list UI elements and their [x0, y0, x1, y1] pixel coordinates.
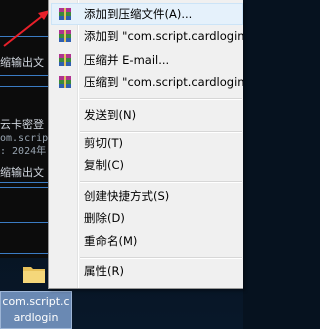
menu-item-label: 压缩到 "com.script.cardlogin: [84, 75, 243, 89]
menu-item-label: 创建快捷方式(S): [84, 189, 170, 203]
menu-item-label: 添加到压缩文件(A)...: [84, 7, 193, 21]
file-name-line: com.script.c: [2, 295, 70, 308]
menu-separator: [80, 181, 242, 183]
divider-line: [0, 182, 52, 183]
menu-item-send-to[interactable]: 发送到(N): [51, 104, 243, 126]
menu-separator: [80, 98, 242, 100]
divider-line: [0, 253, 52, 254]
menu-item-add-to-archive[interactable]: 添加到压缩文件(A)...: [51, 3, 243, 25]
menu-item-label: 属性(R): [84, 264, 124, 278]
divider-line: [0, 222, 52, 223]
terminal-line: : 2024年: [0, 146, 47, 157]
menu-item-create-shortcut[interactable]: 创建快捷方式(S): [51, 185, 243, 207]
divider-line: [0, 187, 52, 188]
divider-line: [0, 86, 52, 87]
menu-item-add-to-named-archive[interactable]: 添加到 "com.script.cardlogin: [51, 25, 243, 47]
menu-item-label: 添加到 "com.script.cardlogin: [84, 29, 243, 43]
winrar-icon: [59, 30, 71, 42]
context-menu: 添加到压缩文件(A)... 添加到 "com.script.cardlogin …: [48, 0, 243, 289]
menu-item-label: 删除(D): [84, 211, 125, 225]
menu-item-compress-and-email[interactable]: 压缩并 E-mail...: [51, 49, 243, 71]
menu-separator: [80, 257, 242, 259]
menu-item-delete[interactable]: 删除(D): [51, 207, 243, 229]
menu-item-rename[interactable]: 重命名(M): [51, 230, 243, 252]
winrar-icon: [59, 76, 71, 88]
winrar-icon: [59, 8, 71, 20]
menu-item-label: 压缩并 E-mail...: [84, 53, 170, 67]
file-name-line: ardlogin: [13, 311, 59, 324]
folder-icon: [23, 267, 45, 283]
menu-item-compress-to-named-archive[interactable]: 压缩到 "com.script.cardlogin: [51, 71, 243, 93]
desktop-file-label[interactable]: com.script.c ardlogin: [0, 291, 72, 329]
menu-item-label: 复制(C): [84, 158, 125, 172]
menu-item-label: 重命名(M): [84, 234, 138, 248]
menu-item-properties[interactable]: 属性(R): [51, 260, 243, 282]
terminal-line: om.scrip: [0, 133, 49, 144]
winrar-icon: [59, 54, 71, 66]
divider-line: [0, 75, 52, 76]
menu-item-label: 发送到(N): [84, 108, 137, 122]
menu-item-cut[interactable]: 剪切(T): [51, 132, 243, 154]
terminal-line: 缩输出文: [0, 166, 44, 179]
terminal-line: 云卡密登: [0, 118, 44, 131]
menu-item-copy[interactable]: 复制(C): [51, 154, 243, 176]
menu-item-label: 剪切(T): [84, 136, 123, 150]
